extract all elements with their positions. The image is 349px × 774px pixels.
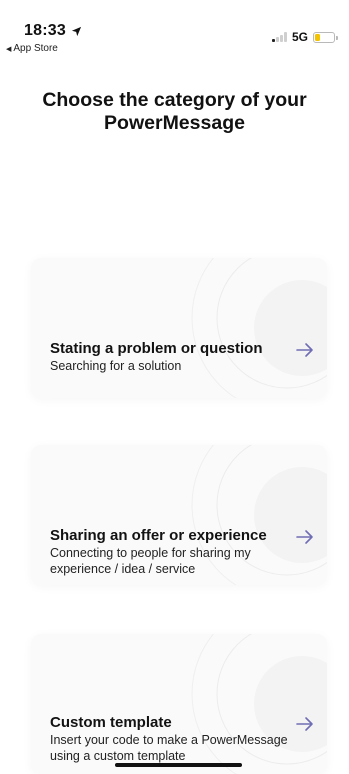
category-card-offer[interactable]: Sharing an offer or experience Connectin… (31, 445, 327, 585)
status-time-text: 18:33 (24, 22, 66, 39)
battery-icon (313, 31, 338, 43)
network-label: 5G (291, 30, 308, 44)
arrow-right-icon (296, 343, 313, 357)
card-subtitle: Insert your code to make a PowerMessage … (50, 733, 288, 763)
card-decoration (191, 258, 327, 398)
back-triangle-icon: ◀ (6, 45, 12, 53)
card-subtitle: Searching for a solution (50, 359, 182, 373)
status-bar: 18:33 ◀ App Store 5G (0, 0, 349, 60)
card-subtitle: Connecting to people for sharing my expe… (50, 546, 251, 576)
page-title: Choose the category of your PowerMessage (42, 89, 307, 134)
status-indicators: 5G (272, 30, 338, 44)
back-app-label: App Store (13, 43, 58, 54)
category-card-custom[interactable]: Custom template Insert your code to make… (31, 634, 327, 774)
card-title: Custom template (50, 714, 172, 731)
arrow-right-icon (296, 530, 313, 544)
home-indicator[interactable] (115, 763, 242, 767)
card-title: Stating a problem or question (50, 340, 263, 357)
signal-icon (272, 32, 287, 42)
arrow-right-icon (296, 717, 313, 731)
status-time: 18:33 (24, 22, 82, 40)
back-to-app-store[interactable]: ◀ App Store (6, 43, 58, 54)
category-card-problem[interactable]: Stating a problem or question Searching … (31, 258, 327, 398)
card-title: Sharing an offer or experience (50, 527, 267, 544)
location-arrow-icon (71, 26, 82, 36)
